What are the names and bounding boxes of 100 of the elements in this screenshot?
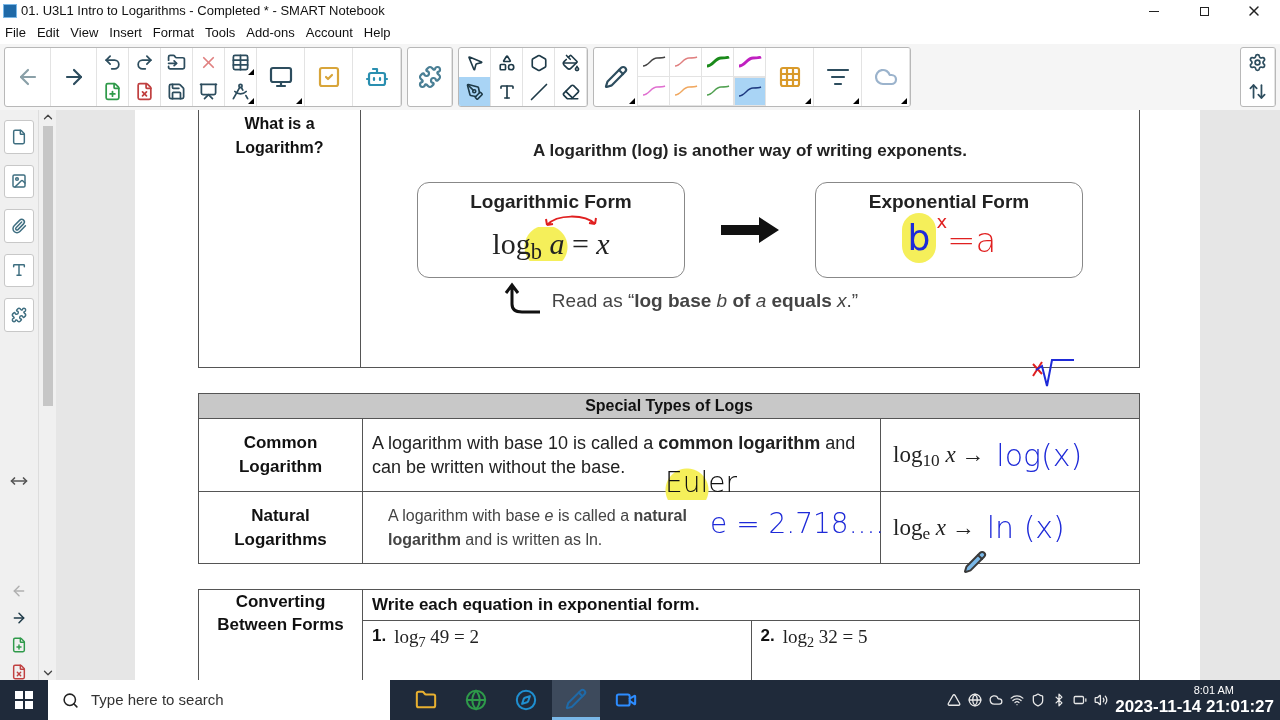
menu-item[interactable]: Account	[305, 23, 353, 43]
settings-icon	[1248, 53, 1267, 72]
text-icon	[11, 262, 27, 279]
pencil-cursor-icon	[963, 550, 987, 574]
pen-icon	[465, 82, 484, 101]
table-header: Special Types of Logs	[199, 394, 1139, 419]
shapes-icon	[497, 53, 516, 72]
instruction-text: Write each equation in exponential form.	[372, 594, 700, 617]
problem-equation: log$_{7}$ 49 = 2	[394, 625, 480, 652]
pen-style-button[interactable]	[702, 48, 734, 77]
pen-stroke-icon	[673, 85, 698, 97]
menu-item[interactable]: Help	[363, 23, 391, 43]
folder-icon	[167, 53, 186, 72]
video-timestamp: 2023-11-14 21:01:27	[1115, 696, 1274, 717]
pen-stroke-icon	[641, 56, 666, 68]
pen-stroke-icon	[673, 56, 698, 68]
handwritten-base: b	[901, 212, 937, 263]
handwritten-answer: ln (x)	[986, 509, 1065, 547]
description-text: A logarithm with base e is called a natural logarithm and is written as ln.	[387, 505, 688, 550]
add-ons-tab[interactable]	[4, 298, 34, 332]
globe-icon	[968, 693, 983, 707]
read-as-text: Read as “log base b of a equals x.”	[551, 289, 859, 313]
pointer-icon	[465, 53, 484, 72]
pen-stroke-icon	[738, 85, 762, 98]
scrollbar-thumb[interactable]	[42, 126, 53, 406]
row-heading: Converting Between Forms	[216, 591, 345, 636]
pen-stroke-icon	[737, 56, 762, 68]
gallery-tab[interactable]	[4, 164, 34, 199]
puzzle-icon	[11, 306, 27, 323]
menu-item[interactable]: File	[5, 23, 26, 43]
pen-style-button[interactable]	[638, 48, 670, 77]
scrollbar[interactable]	[38, 110, 56, 680]
text-icon	[497, 82, 516, 101]
compass-icon	[515, 689, 537, 711]
add-page-icon	[103, 82, 122, 101]
eraser-icon	[561, 82, 580, 101]
up-down-arrow-icon	[1248, 82, 1267, 101]
volume-icon	[1094, 693, 1109, 707]
attachments-tab[interactable]	[4, 209, 34, 243]
window-title: 01. U3L1 Intro to Logarithms - Completed * - SMART Notebook	[21, 2, 386, 21]
app-icon	[3, 4, 17, 18]
handwritten-answer: log(x)	[996, 436, 1083, 475]
pen-tool-button[interactable]	[459, 77, 491, 106]
line-icon	[529, 82, 548, 101]
search-field[interactable]: Type here to search	[48, 680, 390, 720]
next-page-button[interactable]	[11, 610, 27, 626]
right-arrow-icon	[721, 216, 779, 243]
close-icon	[1246, 3, 1262, 19]
pen-stroke-icon	[705, 85, 730, 97]
pencil-icon	[565, 687, 587, 710]
image-icon	[11, 173, 27, 190]
problem-number: 1.	[372, 625, 387, 647]
arrow-left-icon	[11, 583, 27, 599]
monitor-icon	[268, 65, 293, 89]
pen-stroke-icon	[705, 56, 730, 68]
taskbar-app-button[interactable]	[552, 680, 600, 720]
pencil-icon	[603, 65, 628, 89]
problem-number: 2.	[760, 625, 775, 647]
card-title: Logarithmic Form	[470, 190, 632, 213]
card-title: Exponential Form	[868, 190, 1030, 213]
delete-page-icon	[135, 82, 154, 101]
page-sorter-tab[interactable]	[4, 120, 34, 154]
arrow-right-icon	[11, 610, 27, 626]
add-page-icon	[11, 637, 27, 653]
row-heading: What is a Logarithm?	[234, 114, 325, 158]
page-icon	[11, 128, 27, 145]
properties-tab[interactable]	[4, 253, 34, 288]
menu-item[interactable]: View	[70, 23, 99, 43]
redo-icon	[135, 53, 154, 72]
cloud-icon	[989, 693, 1004, 707]
menu-item[interactable]: Tools	[205, 23, 236, 43]
shield-icon	[1031, 693, 1046, 707]
puzzle-icon	[417, 65, 442, 89]
row-heading: Natural Logarithms	[233, 504, 328, 551]
globe-icon	[465, 689, 487, 711]
menu-item[interactable]: Format	[152, 23, 194, 43]
menu-item[interactable]: Insert	[109, 23, 142, 43]
menu-item[interactable]: Edit	[36, 23, 60, 43]
battery-icon	[1073, 693, 1088, 707]
menu-item[interactable]: Add-ons	[246, 23, 295, 43]
pen-stroke-icon	[641, 85, 666, 97]
screen-icon	[199, 82, 218, 101]
hexagon-icon	[529, 53, 548, 72]
clock-time: 8:01 AM	[1193, 683, 1235, 697]
delete-page-button[interactable]	[11, 664, 27, 680]
table-icon	[231, 53, 250, 72]
compass-icon	[231, 82, 250, 101]
pen-style-button[interactable]	[734, 77, 766, 106]
handwritten-exponent: x	[936, 212, 948, 231]
wifi-icon	[1010, 693, 1025, 707]
intro-text: A logarithm (log) is another way of writing exponents.	[533, 140, 967, 162]
windows-icon	[15, 691, 33, 709]
folder-icon	[415, 689, 437, 711]
log-notation: log$_{10}$ x →	[893, 441, 985, 469]
grid-icon	[777, 65, 802, 89]
curved-arrow-icon	[543, 213, 599, 227]
save-icon	[167, 82, 186, 101]
delete-page-icon	[11, 664, 27, 680]
add-page-button[interactable]	[11, 637, 27, 653]
row-heading: Common Logarithm	[237, 432, 324, 478]
